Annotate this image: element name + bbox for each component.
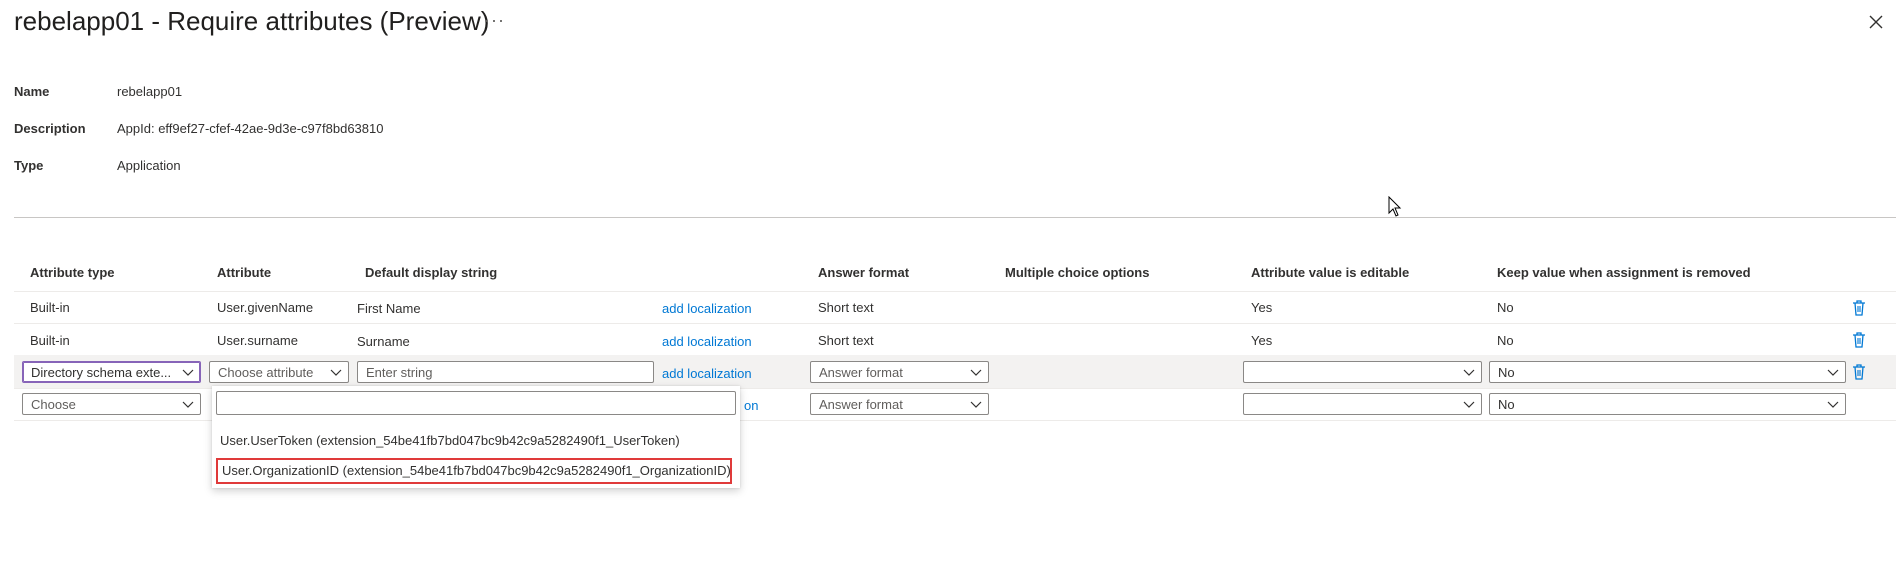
mouse-cursor-icon [1388,196,1402,217]
keep-value-dropdown[interactable]: No [1489,361,1846,383]
more-options-button[interactable]: ··· [484,10,505,31]
row1-display: First Name [357,301,421,316]
row1-keep: No [1497,300,1514,315]
answer-format-placeholder: Answer format [819,365,903,380]
description-label: Description [14,121,86,136]
row1-attribute: User.givenName [217,300,314,315]
chevron-down-icon [970,401,982,408]
new-attribute-type-placeholder: Choose [31,397,76,412]
edit-row-add-localization-link[interactable]: add localization [662,366,752,381]
chevron-down-icon [1463,369,1475,376]
description-value: AppId: eff9ef27-cfef-42ae-9d3e-c97f8bd63… [117,121,384,136]
chevron-down-icon [970,369,982,376]
new-keep-value-dropdown-value: No [1498,397,1515,412]
row2-format: Short text [818,333,874,348]
col-attribute: Attribute [217,265,272,280]
name-label: Name [14,84,50,99]
trash-icon[interactable] [1852,300,1866,316]
row1-add-localization-link[interactable]: add localization [662,301,752,316]
attribute-type-dropdown[interactable]: Directory schema exte... [22,361,201,383]
col-answer-format: Answer format [818,265,910,280]
new-answer-format-placeholder: Answer format [819,397,903,412]
new-answer-format-dropdown[interactable]: Answer format [810,393,989,415]
attribute-type-value: Directory schema exte... [31,365,172,380]
chevron-down-icon [330,369,342,376]
row1-editable: Yes [1251,300,1273,315]
row2-type: Built-in [30,333,70,348]
type-label: Type [14,158,44,173]
attribute-search-input[interactable] [216,391,736,415]
col-multiple-choice-options: Multiple choice options [1005,265,1150,280]
attribute-option-usertoken[interactable]: User.UserToken (extension_54be41fb7bd047… [216,428,732,454]
chevron-down-icon [182,401,194,408]
chevron-down-icon [1827,369,1839,376]
chevron-down-icon [1827,401,1839,408]
new-row-add-localization-link[interactable]: on [744,398,758,413]
row1-divider [14,323,1896,324]
attribute-option-organizationid[interactable]: User.OrganizationID (extension_54be41fb7… [216,458,732,484]
row2-keep: No [1497,333,1514,348]
col-keep-value: Keep value when assignment is removed [1497,265,1751,280]
row2-attribute: User.surname [217,333,298,348]
row2-add-localization-link[interactable]: add localization [662,334,752,349]
chevron-down-icon [1463,401,1475,408]
row1-format: Short text [818,300,874,315]
trash-icon[interactable] [1852,364,1866,380]
type-value: Application [117,158,181,173]
display-string-input[interactable] [357,361,654,383]
new-keep-value-dropdown[interactable]: No [1489,393,1846,415]
col-default-display-string: Default display string [365,265,498,280]
editable-dropdown[interactable] [1243,361,1482,383]
col-attribute-value-editable: Attribute value is editable [1251,265,1410,280]
new-editable-dropdown[interactable] [1243,393,1482,415]
keep-value-dropdown-value: No [1498,365,1515,380]
name-value: rebelapp01 [117,84,183,99]
row2-editable: Yes [1251,333,1273,348]
row1-type: Built-in [30,300,70,315]
attribute-dropdown-placeholder: Choose attribute [218,365,314,380]
section-divider [14,217,1896,218]
header-divider [14,291,1896,292]
close-icon[interactable] [1866,12,1886,32]
col-attribute-type: Attribute type [30,265,115,280]
row2-display: Surname [357,334,410,349]
page-title: rebelapp01 - Require attributes (Preview… [14,6,490,36]
attribute-dropdown[interactable]: Choose attribute [209,361,349,383]
trash-icon[interactable] [1852,332,1866,348]
chevron-down-icon [182,369,194,376]
attribute-dropdown-list: User.UserToken (extension_54be41fb7bd047… [212,386,740,488]
answer-format-dropdown[interactable]: Answer format [810,361,989,383]
new-attribute-type-dropdown[interactable]: Choose [22,393,201,415]
